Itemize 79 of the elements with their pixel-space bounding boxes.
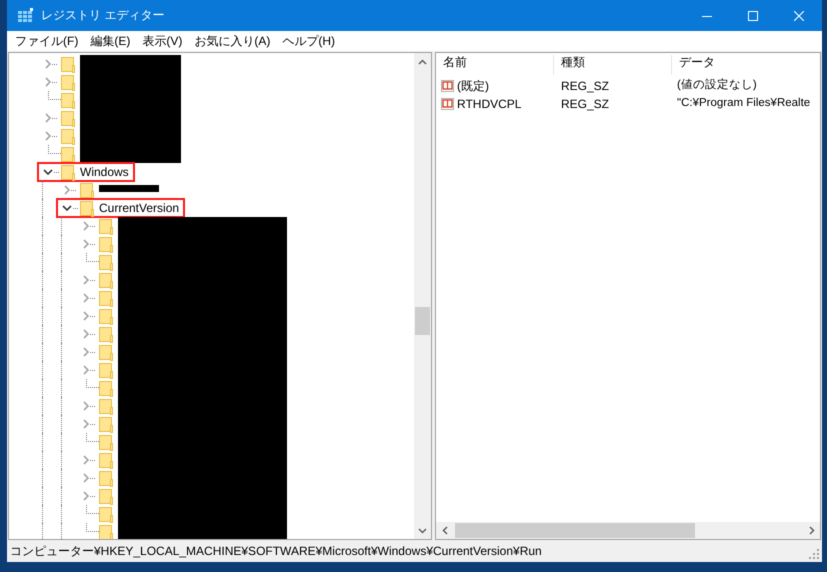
- chevron-right-icon[interactable]: [83, 347, 89, 357]
- folder-icon: [61, 128, 75, 144]
- string-value-icon: [441, 78, 455, 93]
- folder-icon: [80, 182, 94, 198]
- folder-icon: [99, 524, 113, 539]
- chevron-right-icon[interactable]: [64, 185, 70, 195]
- folder-icon: [99, 308, 113, 324]
- chevron-right-icon[interactable]: [83, 455, 89, 465]
- chevron-right-icon[interactable]: [83, 239, 89, 249]
- tree-item-label[interactable]: Windows: [80, 164, 129, 180]
- value-data: (値の設定なし): [676, 79, 758, 93]
- scroll-up-icon[interactable]: [418, 58, 427, 64]
- column-header[interactable]: データ: [672, 55, 820, 75]
- string-value-icon: [441, 96, 455, 111]
- value-data: "C:¥Program Files¥Realte: [676, 97, 812, 111]
- menu-item[interactable]: お気に入り(A): [188, 32, 276, 50]
- folder-icon: [99, 416, 113, 432]
- scroll-left-icon[interactable]: [442, 526, 448, 535]
- folder-icon: [61, 164, 75, 180]
- chevron-right-icon[interactable]: [83, 275, 89, 285]
- tree-item-label[interactable]: CurrentVersion: [99, 200, 180, 216]
- value-name[interactable]: RTHDVCPL: [457, 96, 522, 112]
- folder-icon: [80, 200, 94, 216]
- folder-icon: [99, 452, 113, 468]
- folder-icon: [99, 434, 113, 450]
- value-name[interactable]: (既定): [457, 78, 489, 94]
- value-type: REG_SZ: [560, 96, 610, 112]
- scroll-right-icon[interactable]: [808, 526, 814, 535]
- folder-icon: [61, 110, 75, 126]
- window-title: レジストリ エディター: [41, 8, 164, 23]
- folder-icon: [99, 326, 113, 342]
- scrollbar[interactable]: [414, 53, 431, 539]
- column-header[interactable]: 種類: [554, 55, 672, 75]
- folder-icon: [99, 272, 113, 288]
- column-header[interactable]: 名前: [436, 55, 554, 75]
- chevron-right-icon[interactable]: [83, 221, 89, 231]
- scrollbar[interactable]: [436, 522, 820, 539]
- chevron-right-icon[interactable]: [83, 401, 89, 411]
- folder-icon: [99, 470, 113, 486]
- folder-icon: [99, 236, 113, 252]
- chevron-right-icon[interactable]: [83, 311, 89, 321]
- folder-icon: [99, 218, 113, 234]
- scrollbar-thumb[interactable]: [455, 523, 695, 538]
- chevron-right-icon[interactable]: [83, 365, 89, 375]
- folder-icon: [99, 290, 113, 306]
- close-icon: [794, 10, 804, 20]
- resize-grip-icon[interactable]: [809, 549, 819, 559]
- folder-icon: [99, 506, 113, 522]
- folder-icon: [61, 74, 75, 90]
- folder-icon: [61, 92, 75, 108]
- status-path: コンピューター¥HKEY_LOCAL_MACHINE¥SOFTWARE¥Microsoft¥Windows¥CurrentVersion¥Run: [10, 544, 542, 558]
- chevron-right-icon[interactable]: [45, 131, 51, 141]
- folder-icon: [99, 398, 113, 414]
- grid-icon: [17, 8, 33, 23]
- chevron-down-icon[interactable]: [62, 204, 72, 212]
- value-type: REG_SZ: [560, 78, 610, 94]
- chevron-right-icon[interactable]: [45, 113, 51, 123]
- folder-icon: [61, 146, 75, 162]
- chevron-right-icon[interactable]: [45, 77, 51, 87]
- chevron-right-icon[interactable]: [83, 419, 89, 429]
- chevron-right-icon[interactable]: [83, 329, 89, 339]
- menu-item[interactable]: 編集(E): [84, 32, 136, 50]
- scrollbar-thumb[interactable]: [415, 307, 430, 335]
- chevron-right-icon[interactable]: [45, 59, 51, 69]
- chevron-down-icon[interactable]: [43, 168, 53, 176]
- folder-icon: [99, 380, 113, 396]
- chevron-right-icon[interactable]: [83, 293, 89, 303]
- menu-item[interactable]: ヘルプ(H): [276, 32, 341, 50]
- folder-icon: [99, 344, 113, 360]
- folder-icon: [61, 56, 75, 72]
- folder-icon: [99, 488, 113, 504]
- maximize-icon: [748, 10, 758, 20]
- menu-item[interactable]: ファイル(F): [9, 32, 84, 50]
- folder-icon: [99, 254, 113, 270]
- scroll-down-icon[interactable]: [418, 528, 427, 534]
- chevron-right-icon[interactable]: [83, 473, 89, 483]
- folder-icon: [99, 362, 113, 378]
- chevron-right-icon[interactable]: [83, 491, 89, 501]
- menu-item[interactable]: 表示(V): [136, 32, 188, 50]
